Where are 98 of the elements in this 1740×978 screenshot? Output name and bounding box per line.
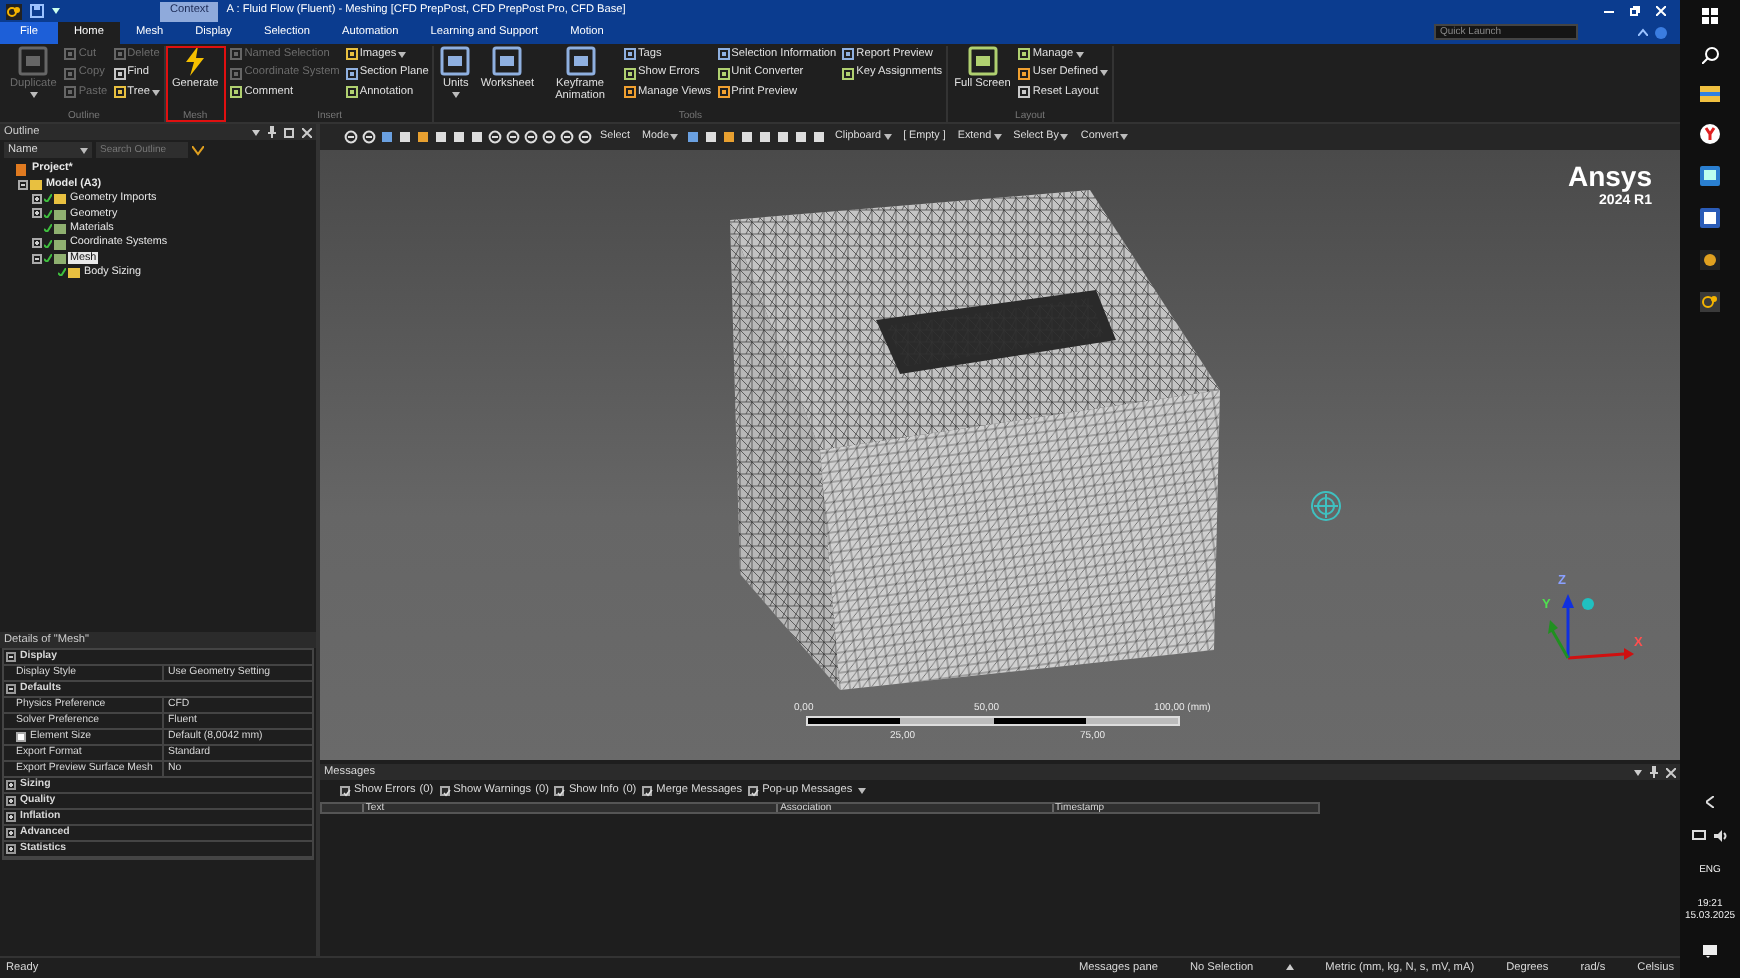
caret-icon (1060, 133, 1069, 140)
expand-icon[interactable] (6, 796, 16, 806)
tool-icon (842, 67, 855, 80)
checkbox[interactable] (340, 785, 350, 796)
tool-icon (1018, 67, 1031, 80)
caret-icon (451, 92, 460, 99)
checkbox[interactable] (439, 785, 450, 796)
checkbox[interactable] (554, 785, 565, 796)
windows-logo-icon[interactable] (1702, 8, 1718, 24)
tool-icon (113, 86, 126, 99)
tool-icon (64, 67, 77, 80)
tool-icon (440, 46, 471, 76)
restore-icon[interactable] (1630, 6, 1640, 16)
zoom-icon[interactable] (560, 130, 574, 144)
target-icon (1310, 490, 1342, 522)
book-icon (16, 163, 28, 176)
tool-icon (717, 67, 730, 80)
axis-triad-drawing (1548, 594, 1634, 660)
tool-icon (64, 86, 77, 99)
expand-icon[interactable] (32, 193, 42, 204)
zoom-icon[interactable] (362, 130, 376, 144)
tool-icon (18, 46, 49, 76)
tool-icon (64, 48, 77, 61)
collapse-icon[interactable] (6, 652, 16, 662)
tool-icon (565, 46, 596, 76)
tool-icon (230, 48, 243, 61)
caret-icon (1100, 70, 1109, 77)
tool-icon (842, 48, 855, 61)
collapse-icon[interactable] (32, 253, 42, 264)
expand-icon[interactable] (6, 844, 16, 854)
caret-icon (1634, 769, 1642, 775)
tool-icon (717, 48, 730, 61)
pin-icon[interactable] (268, 126, 276, 138)
monitor-app-icon[interactable] (1700, 166, 1720, 186)
caret-icon[interactable] (858, 788, 867, 794)
collapse-icon[interactable] (6, 684, 16, 694)
caret-up-icon (1285, 964, 1294, 971)
close-icon[interactable] (1666, 767, 1676, 777)
float-icon[interactable] (284, 127, 294, 137)
collapse-icon[interactable] (18, 179, 28, 190)
tool-icon (345, 86, 358, 99)
tool-icon (624, 86, 637, 99)
tool-icon (230, 86, 243, 99)
chevron-left-icon[interactable] (1706, 796, 1714, 808)
expand-icon[interactable] (6, 780, 16, 790)
app-logo-icon (6, 3, 22, 19)
checkbox[interactable] (16, 732, 26, 742)
close-icon[interactable] (302, 127, 312, 137)
tool-icon (345, 48, 358, 61)
tool-icon (345, 67, 358, 80)
caret-icon (52, 8, 60, 14)
pin-icon[interactable] (1650, 766, 1658, 778)
badge-app-icon[interactable] (1700, 250, 1720, 270)
caret-icon (252, 129, 260, 135)
checkbox[interactable] (642, 785, 653, 796)
tool-icon (717, 86, 730, 99)
tool-icon (113, 67, 126, 80)
caret-icon (398, 51, 407, 58)
tool-icon (624, 67, 637, 80)
tool-icon (230, 67, 243, 80)
zoom-icon[interactable] (344, 130, 358, 144)
caret-icon (1120, 133, 1129, 140)
expand-icon[interactable] (6, 828, 16, 838)
caret-icon (993, 133, 1002, 140)
tool-icon (967, 46, 998, 76)
funnel-icon[interactable] (192, 145, 204, 155)
tool-icon (1018, 48, 1031, 61)
notification-icon[interactable] (1702, 944, 1718, 958)
zoom-icon[interactable] (542, 130, 556, 144)
zoom-icon[interactable] (506, 130, 520, 144)
tool-icon (113, 48, 126, 61)
zoom-icon[interactable] (524, 130, 538, 144)
help-icon[interactable] (1654, 26, 1668, 40)
caret-up-icon[interactable] (1638, 28, 1648, 36)
zoom-icon[interactable] (578, 130, 592, 144)
minimize-icon[interactable] (1604, 6, 1614, 16)
network-icon[interactable] (1692, 830, 1706, 842)
volume-icon[interactable] (1714, 830, 1728, 842)
expand-icon[interactable] (6, 812, 16, 822)
app-logo-icon[interactable] (1700, 292, 1720, 312)
caret-icon (883, 133, 892, 140)
caret-icon (151, 89, 160, 96)
caret-icon (29, 92, 38, 99)
save-icon[interactable] (30, 4, 44, 18)
search-icon[interactable] (1701, 46, 1719, 64)
caret-icon (670, 133, 679, 140)
tool-icon (1018, 86, 1031, 99)
circle-app-icon[interactable] (1700, 124, 1720, 144)
caret-icon (1075, 51, 1084, 58)
document-app-icon[interactable] (1700, 208, 1720, 228)
logo-text: Ansys (1567, 162, 1652, 190)
checkbox[interactable] (748, 785, 759, 796)
zoom-icon[interactable] (488, 130, 502, 144)
tool-icon (624, 48, 637, 61)
tool-icon (492, 46, 523, 76)
expand-icon[interactable] (32, 208, 42, 219)
expand-icon[interactable] (32, 238, 42, 249)
caret-icon (80, 147, 88, 153)
